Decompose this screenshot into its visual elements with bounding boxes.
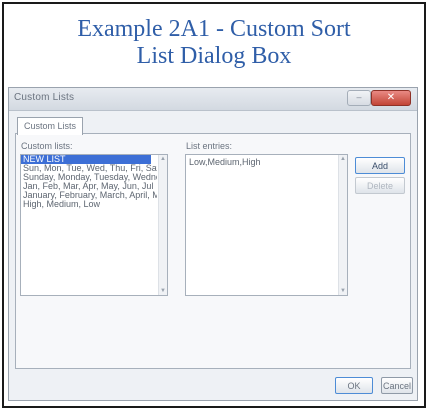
custom-lists-label: Custom lists: <box>21 141 73 151</box>
list-entries-value: Low,Medium,High <box>189 157 261 167</box>
scroll-up-icon[interactable]: ▲ <box>340 156 346 162</box>
dialog-title-bar: Custom Lists – ✕ <box>9 88 417 111</box>
list-item[interactable]: Sunday, Monday, Tuesday, Wednesday <box>21 173 157 182</box>
add-button[interactable]: Add <box>355 157 405 174</box>
tab-custom-lists[interactable]: Custom Lists <box>17 117 83 135</box>
custom-lists-dialog: Custom Lists – ✕ Custom Lists Custom lis… <box>8 87 418 401</box>
list-item[interactable]: NEW LIST <box>21 155 151 164</box>
scroll-down-icon[interactable]: ▼ <box>160 288 166 294</box>
list-item[interactable]: High, Medium, Low <box>21 200 157 209</box>
list-item[interactable]: January, February, March, April, May <box>21 191 157 200</box>
list-item[interactable]: Jan, Feb, Mar, Apr, May, Jun, Jul <box>21 182 157 191</box>
list-entries-label: List entries: <box>186 141 233 151</box>
scroll-up-icon[interactable]: ▲ <box>160 156 166 162</box>
caption-line-2: List Dialog Box <box>136 43 292 69</box>
ok-button[interactable]: OK <box>335 377 373 394</box>
list-entries-textarea[interactable]: Low,Medium,High ▲ ▼ <box>185 154 348 296</box>
entries-scrollbar[interactable]: ▲ ▼ <box>338 155 347 295</box>
dialog-title: Custom Lists <box>14 92 75 103</box>
scroll-down-icon[interactable]: ▼ <box>340 288 346 294</box>
lists-scrollbar[interactable]: ▲ ▼ <box>158 155 167 295</box>
help-button[interactable]: – <box>347 90 371 106</box>
figure-caption: Example 2A1 - Custom Sort List Dialog Bo… <box>4 16 424 70</box>
close-icon[interactable]: ✕ <box>371 90 411 106</box>
delete-button[interactable]: Delete <box>355 177 405 194</box>
cancel-button[interactable]: Cancel <box>381 377 413 394</box>
list-item[interactable]: Sun, Mon, Tue, Wed, Thu, Fri, Sat <box>21 164 157 173</box>
custom-lists-panel: Custom lists: NEW LIST Sun, Mon, Tue, We… <box>15 133 411 369</box>
caption-line-1: Example 2A1 - Custom Sort <box>77 16 351 42</box>
custom-lists-listbox[interactable]: NEW LIST Sun, Mon, Tue, Wed, Thu, Fri, S… <box>20 154 168 296</box>
